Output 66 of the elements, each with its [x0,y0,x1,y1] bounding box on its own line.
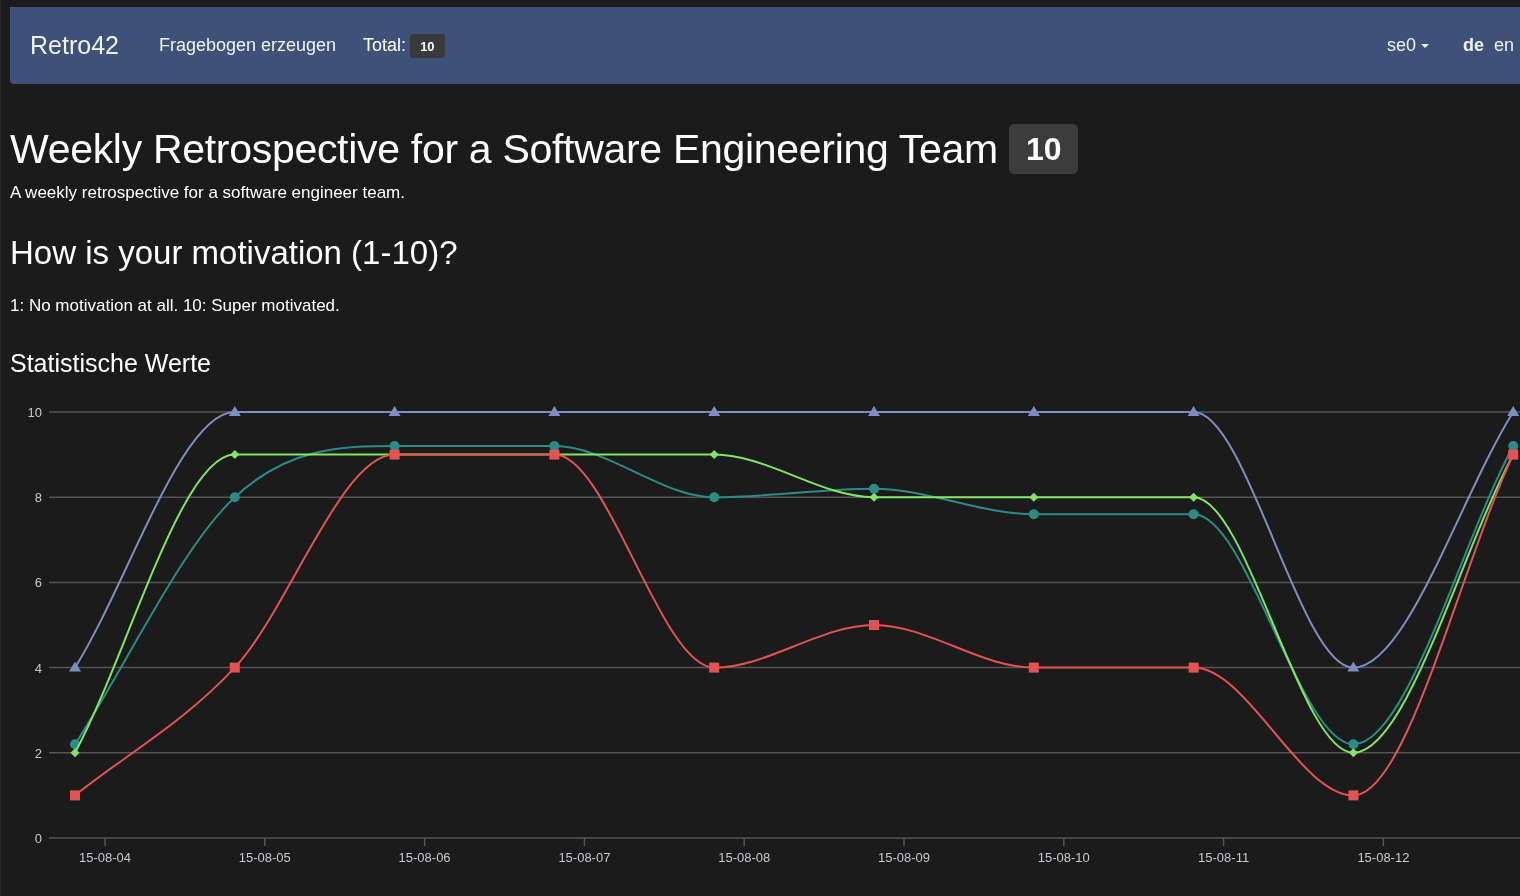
data-point [1507,406,1520,416]
data-point [69,661,81,672]
total-label: Total: [363,35,407,56]
caret-icon [1420,43,1429,48]
data-point [869,483,879,494]
data-point [229,492,240,503]
data-point [1188,509,1199,520]
data-point [229,662,240,673]
data-point [709,492,720,503]
data-point [1028,662,1039,673]
data-point [228,406,241,416]
question-title: How is your motivation (1-10)? [10,234,459,272]
data-point [1347,661,1360,672]
data-point [548,406,561,416]
data-point [549,441,560,452]
axis-label: 15-08-07 [558,850,611,865]
data-point [1508,449,1519,460]
data-point [869,492,879,502]
data-point [70,739,80,750]
axis-label: 2 [34,745,42,761]
data-point [709,662,720,673]
survey-description: A weekly retrospective for a software engineer team. [10,183,406,203]
axis-label: 15-08-04 [79,850,131,865]
data-point [549,449,560,460]
section-heading: Statistische Werte [10,349,212,378]
nav-link[interactable]: Fragebogen erzeugen [158,35,337,56]
data-point [388,406,401,416]
data-point [1508,441,1519,452]
survey-title: Weekly Retrospective for a Software Engineering Team [10,125,998,173]
data-point [1187,406,1200,416]
data-point [1028,509,1039,520]
count-badge: 10 [410,33,445,58]
axis-label: 10 [27,405,42,420]
data-point [1189,492,1199,502]
axis-label: 15-08-06 [398,850,451,865]
axis-label: 4 [34,660,42,676]
count-badge: 10 [1008,124,1079,174]
brand-link[interactable]: Retro42 [30,31,119,60]
data-point [868,406,880,416]
data-point [389,449,400,460]
language-link[interactable]: de [1462,35,1484,56]
data-point [70,790,80,801]
axis-label: 0 [34,831,42,846]
language-link[interactable]: en [1493,35,1514,56]
question-description: 1: No motivation at all. 10: Super motivated. [10,296,341,316]
data-point [1188,662,1199,673]
axis-label: 15-08-10 [1037,850,1090,865]
data-point [708,406,721,416]
user-menu[interactable]: se0 [1386,35,1429,56]
data-point [389,441,400,452]
axis-label: 6 [34,575,42,591]
axis-label: 15-08-09 [878,850,930,865]
data-point [1029,492,1039,502]
axis-label: 15-08-05 [238,850,291,865]
data-point [230,450,240,460]
axis-label: 15-08-12 [1357,850,1410,865]
data-point [709,450,719,460]
data-point [1027,406,1040,416]
axis-label: 15-08-11 [1198,850,1250,865]
axis-label: 15-08-08 [718,850,771,865]
data-point [1348,748,1358,758]
data-point [1348,739,1359,750]
data-point [1348,790,1359,801]
data-point [70,748,80,758]
data-point [869,620,879,630]
axis-label: 8 [34,490,42,506]
